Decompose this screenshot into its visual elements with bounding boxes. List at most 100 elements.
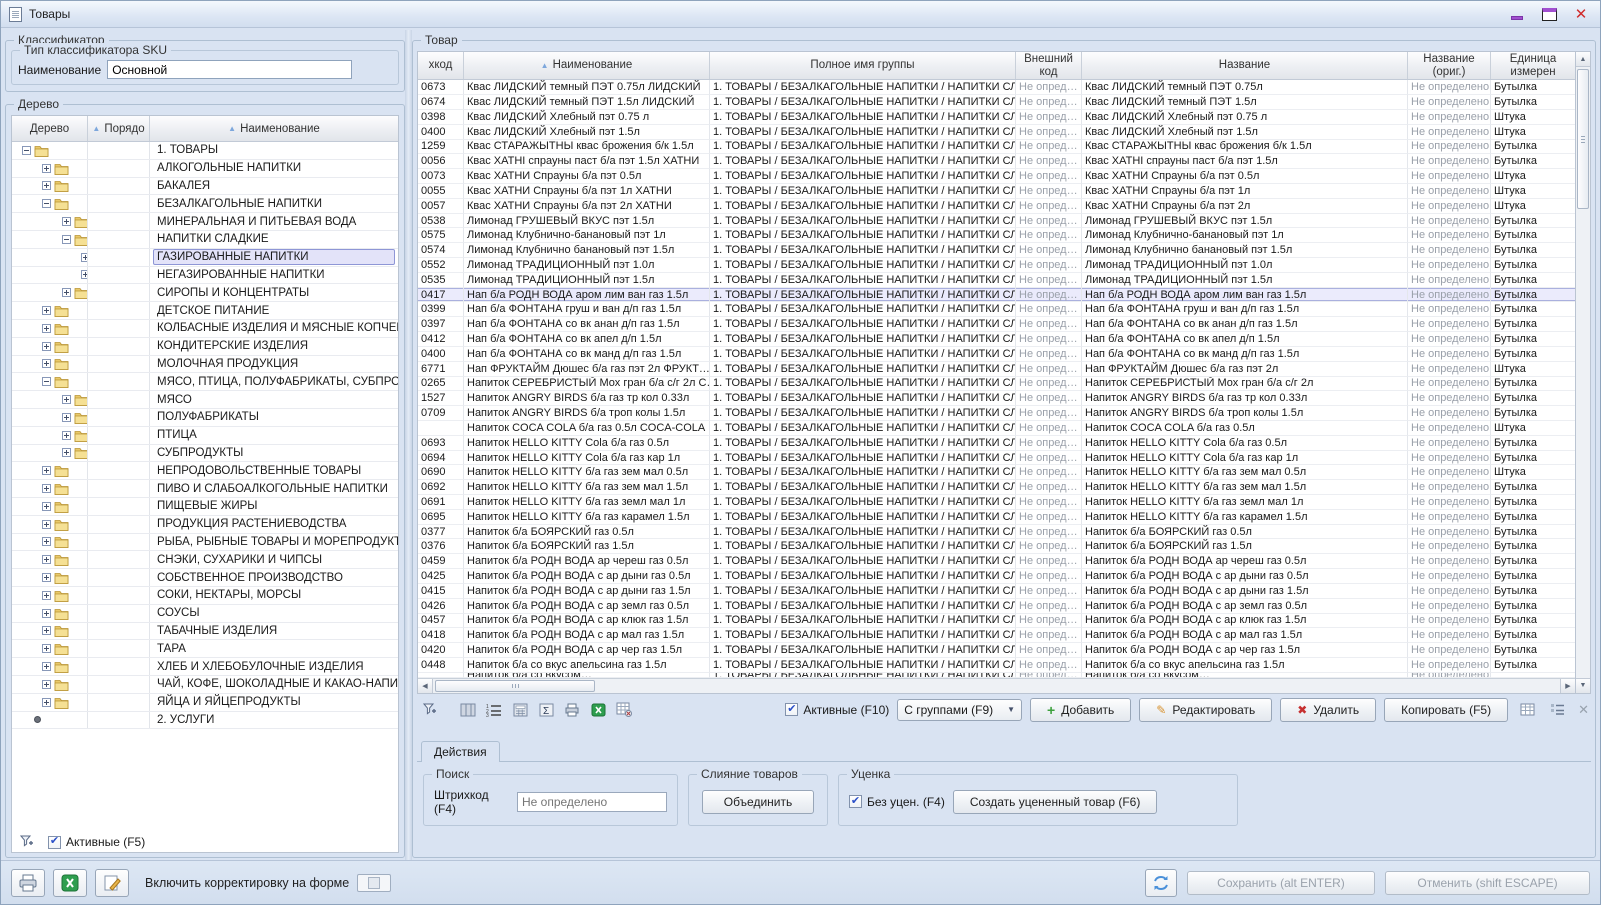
tree-expander-icon[interactable] <box>42 609 51 618</box>
tree-expander-icon[interactable] <box>62 448 71 457</box>
table-view-icon[interactable] <box>1516 700 1538 720</box>
tree-node-row[interactable]: СОКИ, НЕКТАРЫ, МОРСЫ <box>12 587 398 605</box>
tree-node-name-cell[interactable]: ТАРА <box>150 640 398 657</box>
tree-node-row[interactable]: ПТИЦА <box>12 427 398 445</box>
table-row[interactable]: 0055 Квас ХАТНИ Спрауны б/а пэт 1л ХАТНИ… <box>418 184 1575 199</box>
tree-node-row[interactable]: СНЭКИ, СУХАРИКИ И ЧИПСЫ <box>12 551 398 569</box>
numbered-list-icon[interactable]: 123 <box>483 700 505 720</box>
tree-node-row[interactable]: МЯСО <box>12 391 398 409</box>
tree-node-name-cell[interactable]: ПИВО И СЛАБОАЛКОГОЛЬНЫЕ НАПИТКИ <box>150 480 398 497</box>
edit-button[interactable]: ✎ Редактировать <box>1139 698 1272 722</box>
tree-expander-icon[interactable] <box>42 377 51 386</box>
table-row[interactable]: 1527 Напиток ANGRY BIRDS б/а газ тр кол … <box>418 391 1575 406</box>
tree-node-name-cell[interactable]: НЕПРОДОВОЛЬСТВЕННЫЕ ТОВАРЫ <box>150 462 398 479</box>
tree-node-row[interactable]: ЯЙЦА И ЯЙЦЕПРОДУКТЫ <box>12 694 398 712</box>
print-button[interactable] <box>11 869 45 897</box>
tree-node-name-cell[interactable]: ПТИЦА <box>150 427 398 444</box>
table-row[interactable]: 0457 Напиток б/а РОДН ВОДА с ар клюк газ… <box>418 614 1575 629</box>
table-row[interactable]: 0691 Напиток HELLO KITTY б/а газ земл ма… <box>418 495 1575 510</box>
tree-expander-icon[interactable] <box>42 537 51 546</box>
table-row[interactable]: 0575 Лимонад Клубнично-банановый пэт 1л … <box>418 228 1575 243</box>
clear-icon[interactable]: ✕ <box>1578 702 1589 718</box>
tree-expander-icon[interactable] <box>62 413 71 422</box>
table-row[interactable]: 0693 Напиток HELLO KITTY Cola б/а газ 0.… <box>418 436 1575 451</box>
table-row[interactable]: 0056 Квас ХАТНІ спрауны паст б/а пэт 1.5… <box>418 154 1575 169</box>
tree-node-row[interactable]: БЕЗАЛКАГОЛЬНЫЕ НАПИТКИ <box>12 195 398 213</box>
tree-node-name-cell[interactable]: ЯЙЦА И ЯЙЦЕПРОДУКТЫ <box>150 694 398 711</box>
tree-node-name-cell[interactable]: МЯСО, ПТИЦА, ПОЛУФАБРИКАТЫ, СУБПРОД… <box>150 373 398 390</box>
tree-node-name-cell[interactable]: КОНДИТЕРСКИЕ ИЗДЕЛИЯ <box>150 338 398 355</box>
tree-expander-icon[interactable] <box>62 217 71 226</box>
tree-node-name-cell[interactable]: ГАЗИРОВАННЫЕ НАПИТКИ <box>150 249 398 266</box>
refresh-icon[interactable] <box>1145 869 1177 897</box>
no-markdown-checkbox[interactable]: Без уцен. (F4) <box>849 795 945 809</box>
table-row[interactable]: 0459 Напиток б/а РОДН ВОДА ар череш газ … <box>418 554 1575 569</box>
table-row[interactable]: 0420 Напиток б/а РОДН ВОДА с ар чер газ … <box>418 643 1575 658</box>
tree-expander-icon[interactable] <box>42 680 51 689</box>
enable-correction-toggle[interactable] <box>357 874 391 892</box>
table-row[interactable]: 6771 Нап ФРУКТАЙМ Дюшес б/а газ пэт 2л Ф… <box>418 362 1575 377</box>
tree-node-row[interactable]: МЯСО, ПТИЦА, ПОЛУФАБРИКАТЫ, СУБПРОД… <box>12 373 398 391</box>
table-row[interactable]: 0694 Напиток HELLO KITTY Cola б/а газ ка… <box>418 451 1575 466</box>
tree-node-name-cell[interactable]: КОЛБАСНЫЕ ИЗДЕЛИЯ И МЯСНЫЕ КОПЧЕНОСТИ <box>150 320 398 337</box>
tree-node-name-cell[interactable]: СОКИ, НЕКТАРЫ, МОРСЫ <box>150 587 398 604</box>
tree-active-checkbox[interactable]: Активные (F5) <box>48 835 145 849</box>
columns-icon[interactable] <box>457 700 479 720</box>
table-row[interactable]: 0377 Напиток б/а БОЯРСКИЙ газ 0.5л 1. ТО… <box>418 525 1575 540</box>
vertical-scrollbar[interactable]: ▲ ▼ <box>1576 51 1591 694</box>
tree-node-row[interactable]: 2. УСЛУГИ <box>12 712 398 730</box>
tree-node-row[interactable]: СОБСТВЕННОЕ ПРОИЗВОДСТВО <box>12 569 398 587</box>
table-row[interactable]: 0695 Напиток HELLO KITTY б/а газ карамел… <box>418 510 1575 525</box>
tree-node-name-cell[interactable]: 2. УСЛУГИ <box>150 712 398 729</box>
table-row[interactable]: 0692 Напиток HELLO KITTY б/а газ зем мал… <box>418 480 1575 495</box>
scroll-left-arrow[interactable]: ◀ <box>418 679 433 693</box>
table-row[interactable]: 0376 Напиток б/а БОЯРСКИЙ газ 1.5л 1. ТО… <box>418 539 1575 554</box>
table-row[interactable]: 0425 Напиток б/а РОДН ВОДА с ар дыни газ… <box>418 569 1575 584</box>
tree-node-row[interactable]: МОЛОЧНАЯ ПРОДУКЦИЯ <box>12 356 398 374</box>
filter-icon[interactable] <box>419 700 441 720</box>
tree-node-name-cell[interactable]: СУБПРОДУКТЫ <box>150 445 398 462</box>
excel-export-button[interactable] <box>53 869 87 897</box>
tree-node-row[interactable]: КОНДИТЕРСКИЕ ИЗДЕЛИЯ <box>12 338 398 356</box>
tree-expander-icon[interactable] <box>42 324 51 333</box>
horizontal-scrollbar[interactable]: ◀ ▶ <box>418 678 1575 693</box>
orig-title-column-header[interactable]: Название (ориг.) <box>1408 52 1491 79</box>
print-icon[interactable] <box>561 700 583 720</box>
tree-node-name-cell[interactable]: ПИЩЕВЫЕ ЖИРЫ <box>150 498 398 515</box>
tree-expander-icon[interactable] <box>42 662 51 671</box>
scrollbar-thumb[interactable] <box>1577 69 1589 209</box>
tree-expander-icon[interactable] <box>42 644 51 653</box>
tree-expander-icon[interactable] <box>42 359 51 368</box>
table-row[interactable]: 0709 Напиток ANGRY BIRDS б/а троп колы 1… <box>418 406 1575 421</box>
tree-node-name-cell[interactable]: РЫБА, РЫБНЫЕ ТОВАРЫ И МОРЕПРОДУКТЫ <box>150 534 398 551</box>
tree-column-header[interactable]: Дерево <box>12 116 88 141</box>
add-button[interactable]: + Добавить <box>1030 698 1131 722</box>
tree-expander-icon[interactable] <box>62 288 71 297</box>
table-row[interactable]: 1259 Квас СТАРАЖЫТНЫ квас брожения б/к 1… <box>418 140 1575 155</box>
tree-node-name-cell[interactable]: НАПИТКИ СЛАДКИЕ <box>150 231 398 248</box>
scroll-down-arrow[interactable]: ▼ <box>1576 678 1590 693</box>
tree-node-row[interactable]: НЕГАЗИРОВАННЫЕ НАПИТКИ <box>12 267 398 285</box>
scrollbar-thumb[interactable] <box>435 680 595 692</box>
table-row[interactable]: 0690 Напиток HELLO KITTY б/а газ зем мал… <box>418 465 1575 480</box>
tree-node-name-cell[interactable]: ЧАЙ, КОФЕ, ШОКОЛАДНЫЕ И КАКАО-НАПИТКИ <box>150 676 398 693</box>
tree-node-name-cell[interactable]: ПРОДУКЦИЯ РАСТЕНИЕВОДСТВА <box>150 516 398 533</box>
tree-node-name-cell[interactable]: АЛКОГОЛЬНЫЕ НАПИТКИ <box>150 160 398 177</box>
tree-node-row[interactable]: ПРОДУКЦИЯ РАСТЕНИЕВОДСТВА <box>12 516 398 534</box>
group-column-header[interactable]: Полное имя группы <box>710 52 1016 79</box>
tree-node-row[interactable]: НАПИТКИ СЛАДКИЕ <box>12 231 398 249</box>
table-row[interactable]: 0535 Лимонад ТРАДИЦИОННЫЙ пэт 1.5л 1. ТО… <box>418 273 1575 288</box>
tree-node-name-cell[interactable]: ПОЛУФАБРИКАТЫ <box>150 409 398 426</box>
tree-node-row[interactable]: ТАРА <box>12 640 398 658</box>
table-row[interactable]: 0674 Квас ЛИДСКИЙ темный ПЭТ 1.5л ЛИДСКИ… <box>418 95 1575 110</box>
table-row[interactable]: 0673 Квас ЛИДСКИЙ темный ПЭТ 0.75л ЛИДСК… <box>418 80 1575 95</box>
groups-mode-dropdown[interactable]: С группами (F9) ▼ <box>897 699 1022 721</box>
order-column-header[interactable]: ▲ Порядо <box>88 116 150 141</box>
table-row[interactable]: 0057 Квас ХАТНИ Спрауны б/а пэт 2л ХАТНИ… <box>418 199 1575 214</box>
products-active-checkbox[interactable]: Активные (F10) <box>785 703 889 717</box>
table-row[interactable]: 0552 Лимонад ТРАДИЦИОННЫЙ пэт 1.0л 1. ТО… <box>418 258 1575 273</box>
table-row[interactable]: 0415 Напиток б/а РОДН ВОДА с ар дыни газ… <box>418 584 1575 599</box>
tree-node-name-cell[interactable]: ДЕТСКОЕ ПИТАНИЕ <box>150 302 398 319</box>
tree-node-row[interactable]: СИРОПЫ И КОНЦЕНТРАТЫ <box>12 284 398 302</box>
excel-export-icon[interactable] <box>587 700 609 720</box>
